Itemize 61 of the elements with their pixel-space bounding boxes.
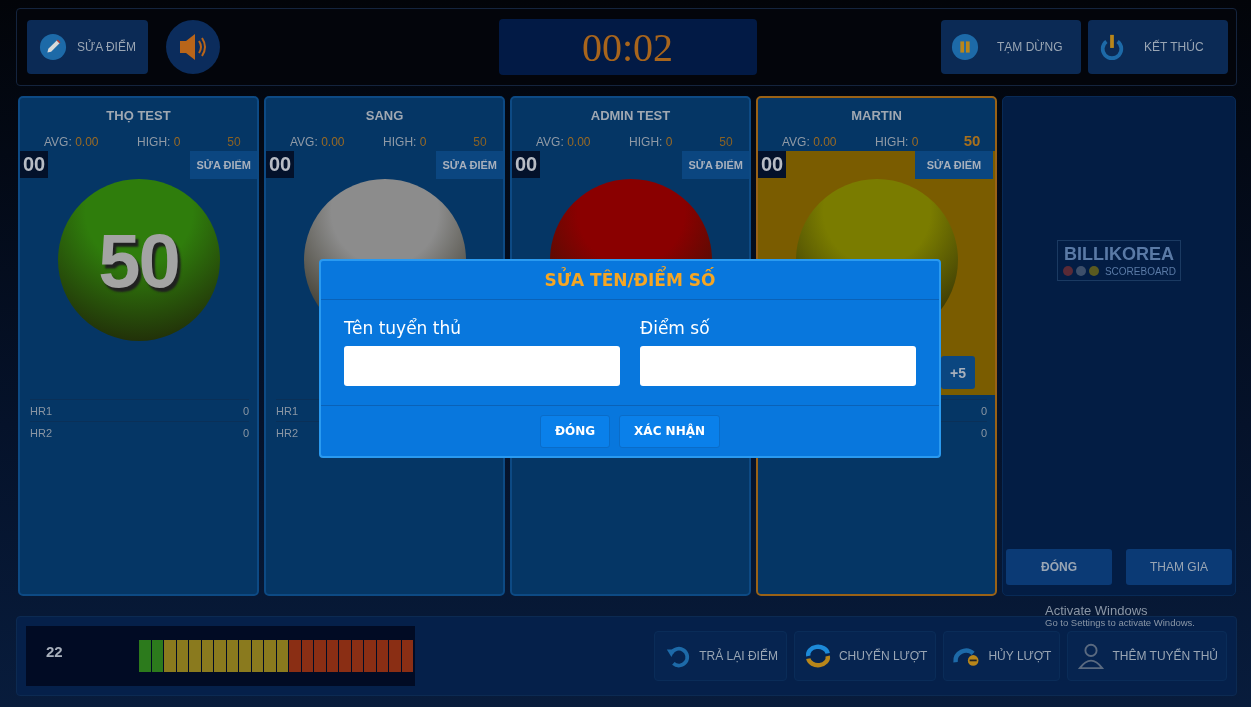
balls-icon [1061, 265, 1102, 277]
pencil-icon [39, 33, 67, 61]
inning-score: 00 [758, 151, 787, 178]
close-button[interactable]: ĐÓNG [539, 414, 611, 448]
inning-value: 0 [242, 426, 249, 439]
inning-value: 0 [242, 404, 249, 417]
inning-score: 00 [266, 151, 295, 178]
player-name: THỌ TEST [105, 108, 172, 123]
player-name-field[interactable] [344, 346, 620, 386]
player-name: SANG [364, 108, 405, 123]
inning-label: HR2 [30, 426, 52, 439]
field-label: Tên tuyển thủ [344, 318, 462, 338]
avg-stat: AVG: 0.00 [290, 135, 345, 149]
inning-score: 00 [20, 151, 49, 178]
end-button[interactable]: KẾT THÚC [1088, 20, 1228, 74]
pause-icon [951, 33, 979, 61]
action-button[interactable]: TRẢ LẠI ĐIỂM [654, 631, 787, 681]
edit-score-button[interactable]: SỬA ĐIỂM [190, 151, 257, 179]
action-button[interactable]: THÊM TUYỂN THỦ [1067, 631, 1227, 681]
player-name: ADMIN TEST [589, 108, 672, 123]
score-field[interactable] [640, 346, 916, 386]
inning-value: 0 [980, 426, 987, 439]
inning-label: HR1 [276, 404, 298, 417]
game-timer: 00:02 [498, 19, 757, 75]
logo-title: BILLIKOREA [1064, 244, 1174, 265]
logo-subtitle: SCOREBOARD [1104, 265, 1177, 277]
target-score: 50 [718, 135, 734, 149]
high-stat: HIGH: 0 [875, 135, 919, 149]
field-label: Điểm số [640, 318, 711, 338]
user-icon [1076, 642, 1107, 670]
target-score: 50 [472, 135, 488, 149]
power-icon [1098, 33, 1126, 61]
edit-score-button[interactable]: SỬA ĐIỂM [436, 151, 503, 179]
activation-title: Activate Windows [1045, 604, 1149, 619]
inning-value: 0 [980, 404, 987, 417]
activation-text: Go to Settings to activate Windows. [1045, 618, 1195, 629]
inning-score: 00 [512, 151, 541, 178]
shot-clock: 22 [45, 642, 64, 660]
edit-score-button[interactable]: SỬA ĐIỂM [682, 151, 749, 179]
avg-stat: AVG: 0.00 [782, 135, 837, 149]
join-button[interactable]: THAM GIA [1126, 549, 1232, 585]
pause-button[interactable]: TẠM DỪNG [941, 20, 1081, 74]
action-button[interactable]: CHUYỂN LƯỢT [793, 631, 937, 681]
target-score: 50 [962, 132, 982, 149]
high-stat: HIGH: 0 [137, 135, 181, 149]
player-name: MARTIN [850, 108, 903, 123]
inning-label: HR1 [30, 404, 52, 417]
avg-stat: AVG: 0.00 [44, 135, 99, 149]
inning-label: HR2 [276, 426, 298, 439]
edit-score-button[interactable]: SỬA ĐIỂM [915, 151, 993, 179]
edit-score-button[interactable]: SỬA ĐIỂM [27, 20, 148, 74]
speaker-icon[interactable] [165, 20, 220, 74]
action-button[interactable]: HỦY LƯỢT [943, 631, 1061, 681]
high-stat: HIGH: 0 [629, 135, 673, 149]
ball-score: 50 [98, 216, 179, 304]
plus-button[interactable]: +5 [941, 356, 975, 389]
target-score: 50 [226, 135, 242, 149]
close-button[interactable]: ĐÓNG [1006, 549, 1112, 585]
avg-stat: AVG: 0.00 [536, 135, 591, 149]
high-stat: HIGH: 0 [383, 135, 427, 149]
confirm-button[interactable]: XÁC NHẬN [619, 414, 721, 448]
